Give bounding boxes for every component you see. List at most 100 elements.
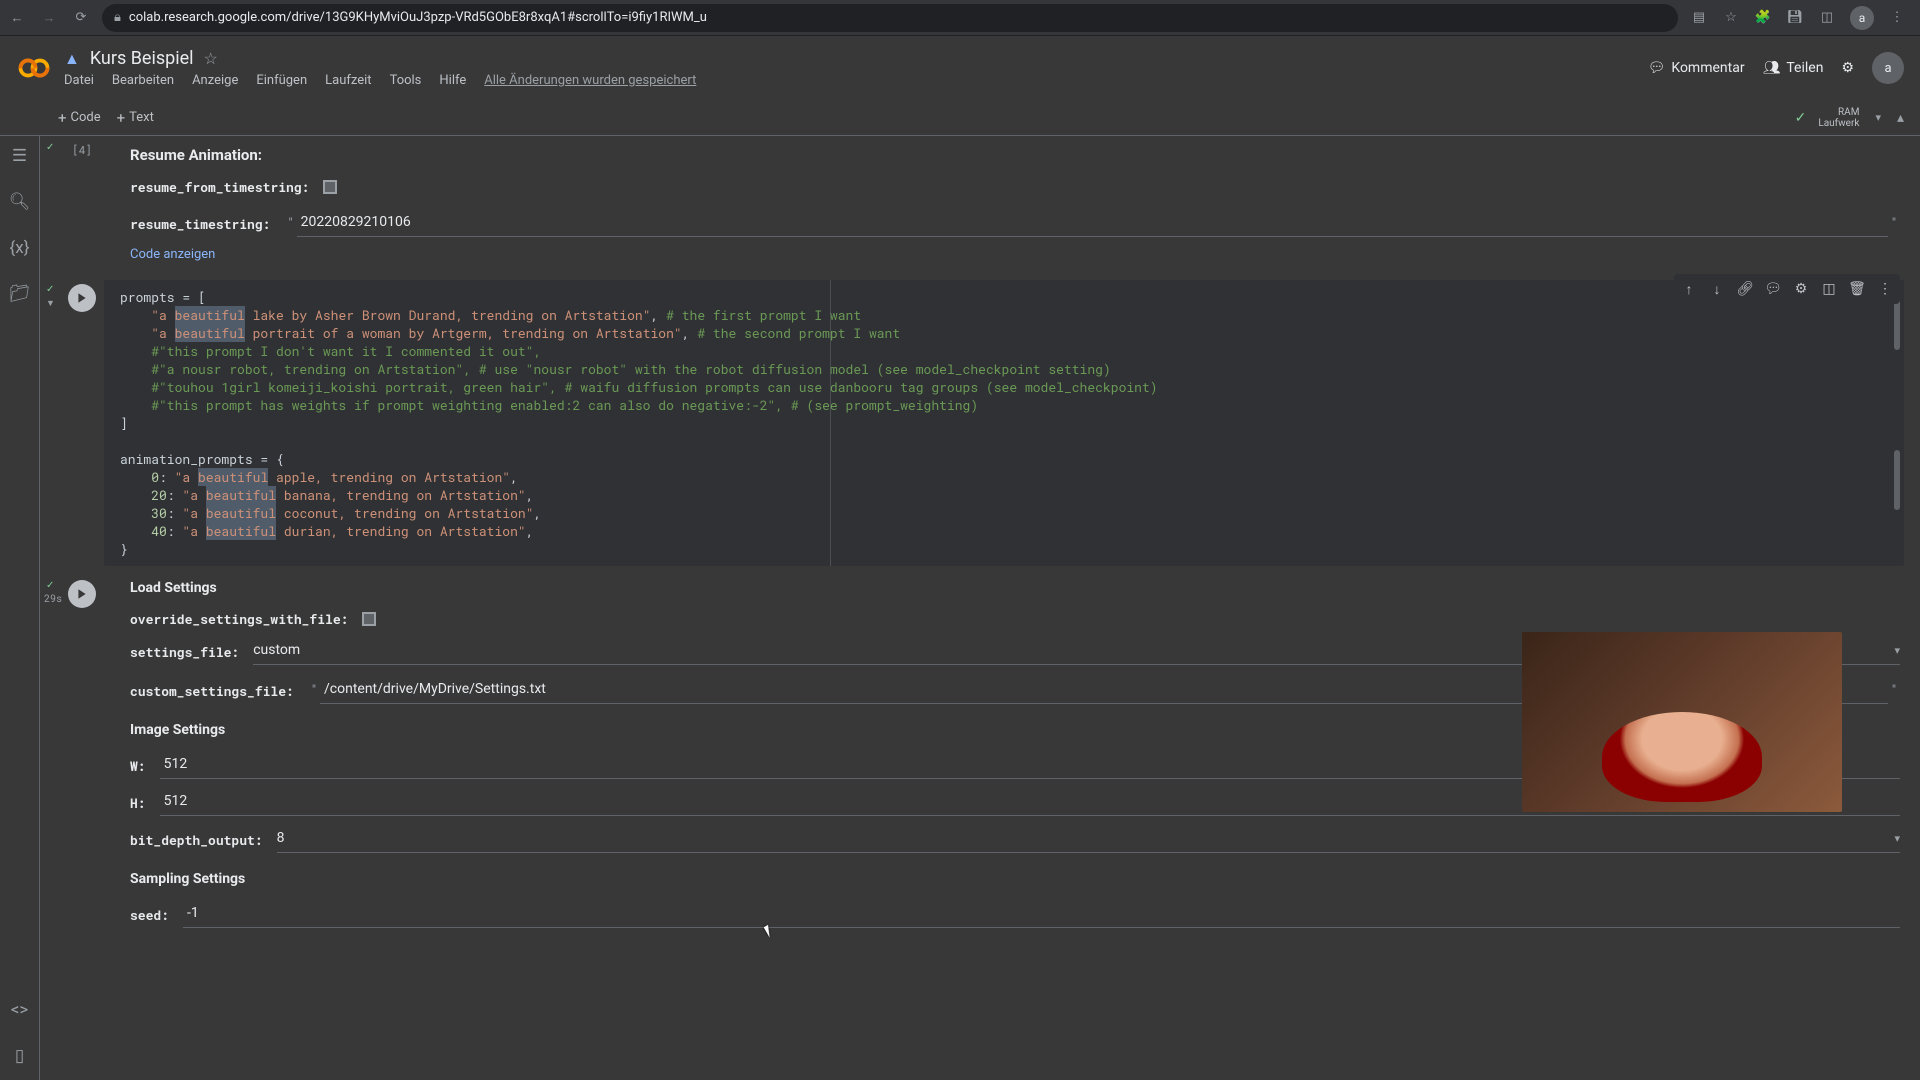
add-comment-icon[interactable]: 💬︎ bbox=[1760, 276, 1786, 302]
url-text: colab.research.google.com/drive/13G9KHyM… bbox=[129, 10, 1666, 25]
resume-ts-label: resume_timestring: bbox=[130, 215, 270, 233]
forward-icon[interactable]: → bbox=[40, 9, 58, 27]
plus-icon: + bbox=[117, 109, 126, 127]
drive-icon: ▲ bbox=[64, 49, 80, 69]
cell-menu-icon[interactable]: ⋮ bbox=[1872, 276, 1898, 302]
code-snippets-icon[interactable]: <> bbox=[10, 1000, 30, 1020]
plus-icon: + bbox=[58, 109, 67, 127]
title-row: ▲ Kurs Beispiel ☆ bbox=[64, 48, 1648, 69]
lock-icon: 🔒︎ bbox=[114, 10, 121, 25]
override-checkbox[interactable] bbox=[362, 612, 376, 626]
files-icon[interactable]: 📁︎ bbox=[10, 284, 30, 304]
code-gutter: ✓ ▼ bbox=[60, 284, 104, 312]
collapse-arrow-icon[interactable]: ▼ bbox=[46, 298, 55, 309]
bit-depth-select[interactable]: 8 ▾ bbox=[277, 826, 1900, 853]
menu-dots-icon[interactable]: ⋮ bbox=[1888, 9, 1906, 27]
search-icon[interactable]: 🔍︎ bbox=[10, 192, 30, 212]
bit-depth-row: bit_depth_output: 8 ▾ bbox=[130, 826, 1900, 853]
quote-close: " bbox=[1888, 216, 1900, 231]
url-bar[interactable]: 🔒︎ colab.research.google.com/drive/13G9K… bbox=[102, 4, 1678, 32]
colab-logo[interactable] bbox=[16, 50, 52, 86]
menu-tools[interactable]: Tools bbox=[390, 73, 422, 88]
menu-file[interactable]: Datei bbox=[64, 73, 94, 88]
runtime-menu-dropdown[interactable]: ▾ bbox=[1869, 111, 1887, 124]
menu-view[interactable]: Anzeige bbox=[192, 73, 238, 88]
delete-cell-icon[interactable]: 🗑︎ bbox=[1844, 276, 1870, 302]
user-avatar[interactable]: a bbox=[1872, 52, 1904, 84]
run-cell-button[interactable] bbox=[68, 284, 96, 312]
title-block: ▲ Kurs Beispiel ☆ Datei Bearbeiten Anzei… bbox=[64, 48, 1648, 88]
chevron-down-icon: ▾ bbox=[1894, 832, 1900, 845]
settings-gear-icon[interactable]: ⚙ bbox=[1841, 60, 1854, 76]
menu-help[interactable]: Hilfe bbox=[439, 73, 466, 88]
star-icon[interactable]: ☆ bbox=[204, 49, 218, 68]
resume-from-checkbox[interactable] bbox=[323, 180, 337, 194]
add-code-button[interactable]: + Code bbox=[50, 105, 109, 131]
sidepanel-icon[interactable]: ◫ bbox=[1818, 9, 1836, 27]
menu-runtime[interactable]: Laufzeit bbox=[325, 73, 371, 88]
collapse-icon[interactable]: ▴ bbox=[1897, 110, 1904, 126]
move-down-icon[interactable]: ↓ bbox=[1704, 276, 1730, 302]
cell-exec-count: [4] bbox=[72, 142, 92, 157]
share-button[interactable]: 👥︎ Teilen bbox=[1763, 60, 1824, 76]
custom-settings-label: custom_settings_file: bbox=[130, 682, 294, 700]
resume-ts-input[interactable] bbox=[297, 210, 1888, 237]
resume-ts-row: resume_timestring: " " bbox=[130, 210, 1900, 237]
bit-depth-label: bit_depth_output: bbox=[130, 831, 263, 849]
override-label: override_settings_with_file: bbox=[130, 610, 348, 628]
override-row: override_settings_with_file: bbox=[130, 610, 1900, 628]
load-title: Load Settings bbox=[130, 580, 1900, 596]
seed-row: seed: bbox=[130, 901, 1900, 928]
back-icon[interactable]: ← bbox=[8, 9, 26, 27]
extension-icon[interactable]: 🧩 bbox=[1754, 9, 1772, 27]
exec-time: 29s bbox=[44, 592, 62, 605]
success-check-icon: ✓ bbox=[46, 580, 54, 591]
notebook-title[interactable]: Kurs Beispiel bbox=[90, 48, 194, 69]
copy-link-icon[interactable]: 🔗︎ bbox=[1732, 276, 1758, 302]
resume-from-row: resume_from_timestring: bbox=[130, 178, 1900, 196]
rail-bottom: <> ▯ bbox=[10, 1000, 30, 1080]
seed-input[interactable] bbox=[183, 901, 1900, 928]
toolbar: + Code + Text ✓ RAM Laufwerk ▾ ▴ bbox=[0, 100, 1920, 136]
notebook-content[interactable]: ✓ [4] Resume Animation: resume_from_time… bbox=[40, 136, 1920, 1080]
quote-open: " bbox=[308, 683, 320, 698]
mirror-cell-icon[interactable]: ◫ bbox=[1816, 276, 1842, 302]
form-cell: Resume Animation: resume_from_timestring… bbox=[60, 136, 1920, 272]
code-ruler bbox=[830, 280, 831, 566]
save-icon[interactable]: 💾︎ bbox=[1786, 9, 1804, 27]
comment-icon: 💬︎ bbox=[1648, 60, 1666, 76]
menu-edit[interactable]: Bearbeiten bbox=[112, 73, 174, 88]
header-actions: 💬︎ Kommentar 👥︎ Teilen ⚙ a bbox=[1648, 52, 1904, 84]
cell-gutter: ✓ [4] bbox=[60, 142, 104, 158]
left-rail: ☰ 🔍︎ {x} 📁︎ <> ▯ bbox=[0, 136, 40, 1080]
nav-icons: ← → ⟳ bbox=[8, 9, 90, 27]
w-label: W: bbox=[130, 757, 146, 775]
show-code-link[interactable]: Code anzeigen bbox=[130, 247, 1900, 262]
resume-from-label: resume_from_timestring: bbox=[130, 178, 309, 196]
add-text-button[interactable]: + Text bbox=[109, 105, 162, 131]
menu-insert[interactable]: Einfügen bbox=[256, 73, 307, 88]
seed-label: seed: bbox=[130, 906, 169, 924]
move-up-icon[interactable]: ↑ bbox=[1676, 276, 1702, 302]
ram-indicator[interactable]: RAM Laufwerk bbox=[1818, 107, 1859, 129]
star-outline-icon[interactable]: ☆ bbox=[1722, 9, 1740, 27]
toc-icon[interactable]: ☰ bbox=[10, 146, 30, 166]
cell-toolbar: ↑ ↓ 🔗︎ 💬︎ ⚙ ◫ 🗑︎ ⋮ bbox=[1674, 274, 1900, 304]
success-check-icon: ✓ bbox=[46, 284, 54, 295]
reload-icon[interactable]: ⟳ bbox=[72, 9, 90, 27]
comment-button[interactable]: 💬︎ Kommentar bbox=[1648, 60, 1745, 76]
settings-file-label: settings_file: bbox=[130, 643, 239, 661]
terminal-icon[interactable]: ▯ bbox=[10, 1046, 30, 1066]
run-cell-button[interactable] bbox=[68, 580, 96, 608]
h-label: H: bbox=[130, 794, 146, 812]
translate-icon[interactable]: ▤ bbox=[1690, 9, 1708, 27]
quote-open: " bbox=[284, 216, 296, 231]
browser-avatar[interactable]: a bbox=[1850, 6, 1874, 30]
menu-bar: Datei Bearbeiten Anzeige Einfügen Laufze… bbox=[64, 73, 1648, 88]
saved-indicator: Alle Änderungen wurden gespeichert bbox=[484, 73, 696, 88]
load-gutter: ✓ 29s bbox=[60, 580, 104, 608]
code-editor[interactable]: prompts = [ "a beautiful lake by Asher B… bbox=[104, 280, 1904, 566]
cell-settings-icon[interactable]: ⚙ bbox=[1788, 276, 1814, 302]
variables-icon[interactable]: {x} bbox=[10, 238, 30, 258]
colab-header: ▲ Kurs Beispiel ☆ Datei Bearbeiten Anzei… bbox=[0, 36, 1920, 100]
